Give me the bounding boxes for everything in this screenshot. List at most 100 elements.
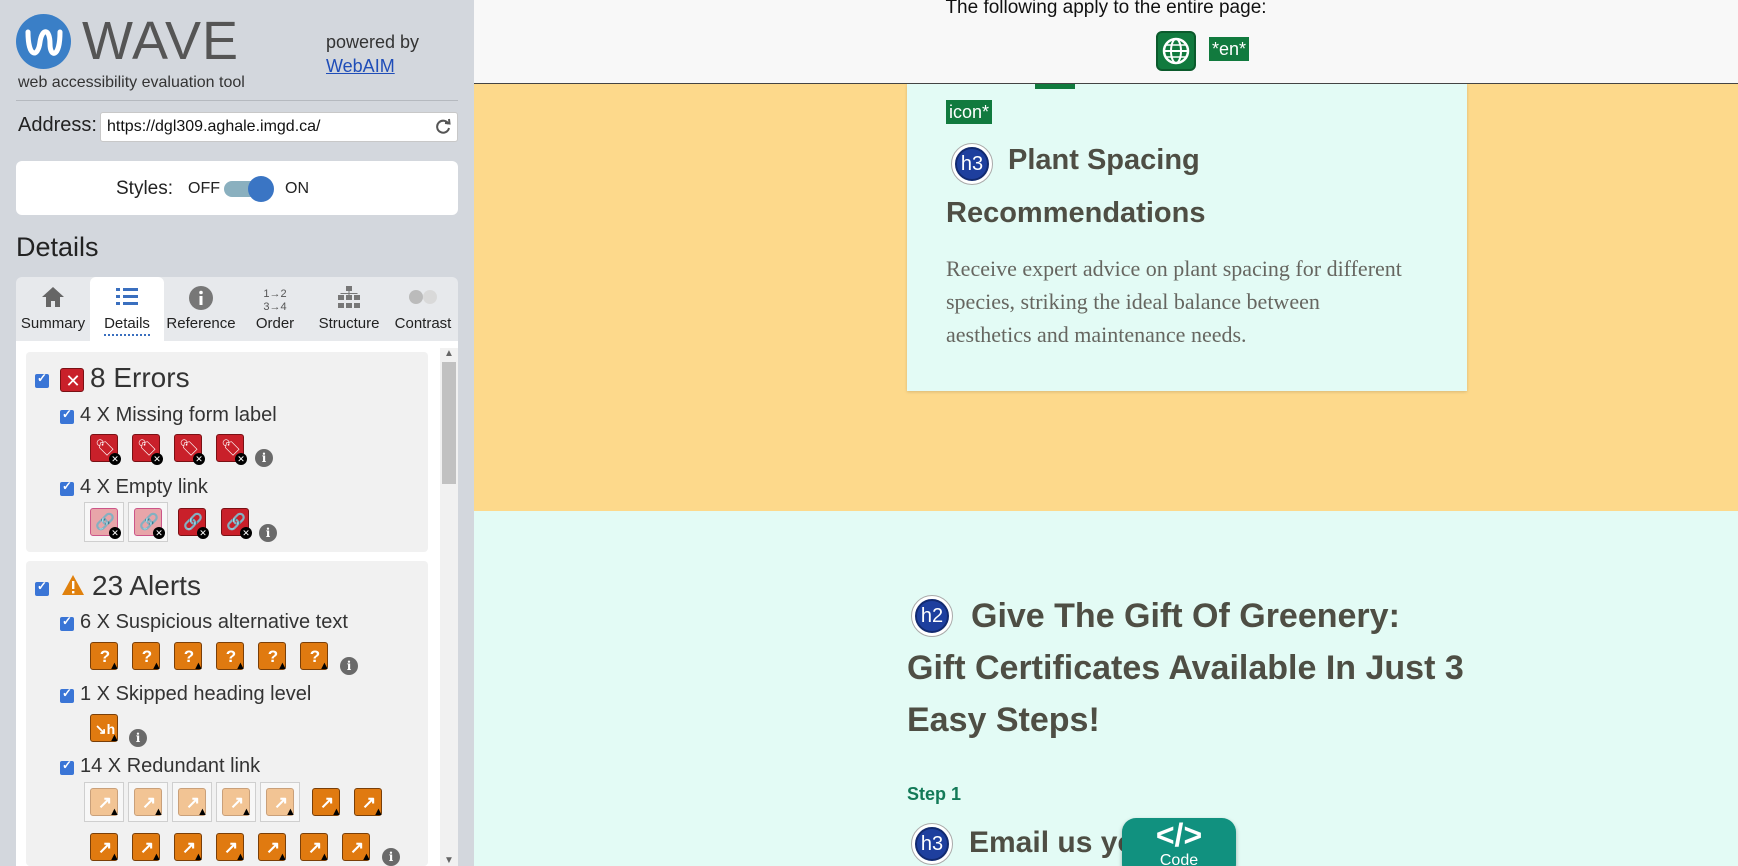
- redundant-link-alert-icon[interactable]: ↗ ▲: [134, 788, 164, 818]
- refresh-icon[interactable]: [434, 118, 452, 136]
- scroll-down-arrow-icon[interactable]: ▼: [444, 855, 454, 866]
- styles-toggle[interactable]: [224, 176, 274, 202]
- step-label: Step 1: [907, 784, 962, 804]
- tab-order[interactable]: 1→2 3→4 Order: [238, 277, 312, 341]
- powered-by: powered by WebAIM: [326, 30, 419, 78]
- wave-alt-badge[interactable]: icon*: [946, 100, 993, 124]
- gift-title: Give The Gift Of Greenery: Gift Certific…: [907, 597, 1464, 739]
- page-level-notice-bar: The following apply to the entire page: …: [474, 0, 1738, 84]
- empty-link-title: 4 X Empty link: [80, 476, 208, 498]
- suspicious-alt-alert-icon[interactable]: ? ▲: [90, 642, 120, 672]
- info-icon[interactable]: i: [340, 657, 358, 675]
- missing-label-error-icon[interactable]: 🏷 ✕: [132, 434, 163, 465]
- tab-details[interactable]: Details: [90, 277, 164, 341]
- contrast-icon: [386, 285, 460, 315]
- heading-level-text: h3: [915, 827, 949, 861]
- scroll-up-arrow-icon[interactable]: ▲: [444, 348, 454, 359]
- tab-label: Details: [104, 315, 150, 336]
- skipped-heading-title: 1 X Skipped heading level: [80, 683, 312, 705]
- address-row: Address: https://dgl309.aghale.imgd.ca/: [18, 112, 458, 142]
- empty-link-error-icon[interactable]: 🔗 ✕: [221, 508, 252, 539]
- empty-link-error-icon[interactable]: 🔗 ✕: [134, 508, 165, 539]
- h3-badge-icon[interactable]: h3: [911, 823, 953, 865]
- alerts-checkbox[interactable]: [35, 579, 49, 596]
- tab-contrast[interactable]: Contrast: [386, 277, 460, 341]
- empty-link-checkbox[interactable]: [60, 479, 74, 496]
- wave-brand-text: WAVE: [82, 11, 240, 71]
- alerts-title: 23 Alerts: [92, 570, 201, 601]
- tab-structure[interactable]: Structure: [312, 277, 386, 341]
- styles-on-label: ON: [285, 180, 309, 197]
- suspicious-alt-checkbox[interactable]: [60, 614, 74, 631]
- details-tabs: Summary Details Reference 1→2 3→4 Order S…: [16, 277, 458, 341]
- skipped-heading-checkbox[interactable]: [60, 686, 74, 703]
- redundant-link-alert-icon[interactable]: ↗ ▲: [132, 833, 162, 863]
- redundant-link-alert-icon[interactable]: ↗ ▲: [312, 788, 342, 818]
- address-input[interactable]: https://dgl309.aghale.imgd.ca/: [100, 112, 458, 142]
- skipped-heading-alert-icon[interactable]: ↘h ▲: [90, 714, 120, 744]
- wave-logo: WAVE web accessibility evaluation tool p…: [16, 11, 456, 91]
- info-icon[interactable]: i: [259, 524, 277, 542]
- redundant-link-alert-icon[interactable]: ↗ ▲: [90, 788, 120, 818]
- errors-checkbox[interactable]: [35, 371, 49, 388]
- suspicious-alt-alert-icon[interactable]: ? ▲: [216, 642, 246, 672]
- redundant-link-alert-icon[interactable]: ↗ ▲: [90, 833, 120, 863]
- address-label: Address:: [18, 114, 97, 136]
- tab-label: Order: [255, 315, 295, 332]
- redundant-link-alert-icon[interactable]: ↗ ▲: [258, 833, 288, 863]
- home-icon: [16, 285, 90, 315]
- missing-label-error-icon[interactable]: 🏷 ✕: [216, 434, 247, 465]
- suspicious-alt-alert-icon[interactable]: ? ▲: [258, 642, 288, 672]
- language-badge[interactable]: *en*: [1209, 37, 1250, 61]
- info-icon[interactable]: i: [129, 729, 147, 747]
- scrollbar-thumb[interactable]: [442, 362, 456, 484]
- missing-form-label-checkbox[interactable]: [60, 407, 74, 424]
- globe-icon[interactable]: [1156, 31, 1196, 71]
- panel-scrollbar[interactable]: ▲ ▼: [440, 348, 458, 866]
- missing-label-error-icon[interactable]: 🏷 ✕: [174, 434, 205, 465]
- code-toggle-button[interactable]: </> Code: [1122, 818, 1236, 866]
- suspicious-alt-alert-icon[interactable]: ? ▲: [300, 642, 330, 672]
- info-icon[interactable]: i: [255, 449, 273, 467]
- redundant-link-alert-icon[interactable]: ↗ ▲: [342, 833, 372, 863]
- webaim-link[interactable]: WebAIM: [326, 56, 395, 76]
- redundant-link-alert-icon[interactable]: ↗ ▲: [216, 833, 246, 863]
- order-icon: 1→2 3→4: [263, 288, 287, 313]
- card-description: Receive expert advice on plant spacing f…: [946, 256, 1402, 347]
- tab-summary[interactable]: Summary: [16, 277, 90, 341]
- suspicious-alt-title: 6 X Suspicious alternative text: [80, 611, 348, 633]
- empty-link-error-icon[interactable]: 🔗 ✕: [90, 508, 121, 539]
- toggle-knob: [248, 176, 274, 202]
- info-icon[interactable]: i: [382, 848, 400, 866]
- tab-label: Reference: [166, 315, 236, 332]
- redundant-link-alert-icon[interactable]: ↗ ▲: [300, 833, 330, 863]
- code-label: Code: [1159, 852, 1199, 866]
- wave-logo-icon: [16, 14, 71, 69]
- redundant-link-alert-icon[interactable]: ↗ ▲: [266, 788, 296, 818]
- redundant-link-alert-icon[interactable]: ↗ ▲: [354, 788, 384, 818]
- tab-label: Structure: [318, 315, 380, 332]
- list-icon: [90, 285, 164, 315]
- redundant-link-alert-icon[interactable]: ↗ ▲: [174, 833, 204, 863]
- card-title: Plant Spacing Recommendations: [946, 144, 1206, 229]
- divider: [16, 100, 458, 101]
- error-icon: ✕: [60, 368, 84, 392]
- tab-reference[interactable]: Reference: [164, 277, 238, 341]
- wave-subtitle: web accessibility evaluation tool: [18, 74, 245, 91]
- powered-by-text: powered by: [326, 32, 420, 52]
- redundant-link-checkbox[interactable]: [60, 758, 74, 775]
- missing-label-error-icon[interactable]: 🏷 ✕: [90, 434, 121, 465]
- suspicious-alt-alert-icon[interactable]: ? ▲: [174, 642, 204, 672]
- alert-warning-icon: [61, 574, 85, 601]
- styles-toggle-box: Styles: OFF ON: [16, 161, 458, 215]
- tab-label: Summary: [20, 315, 86, 332]
- wave-marker-stub: [1035, 84, 1075, 89]
- page-level-notice: The following apply to the entire page:: [945, 0, 1267, 18]
- redundant-link-title: 14 X Redundant link: [80, 755, 261, 777]
- info-icon: [164, 285, 238, 315]
- empty-link-error-icon[interactable]: 🔗 ✕: [178, 508, 209, 539]
- redundant-link-alert-icon[interactable]: ↗ ▲: [222, 788, 252, 818]
- redundant-link-alert-icon[interactable]: ↗ ▲: [178, 788, 208, 818]
- tab-label: Contrast: [394, 315, 452, 332]
- suspicious-alt-alert-icon[interactable]: ? ▲: [132, 642, 162, 672]
